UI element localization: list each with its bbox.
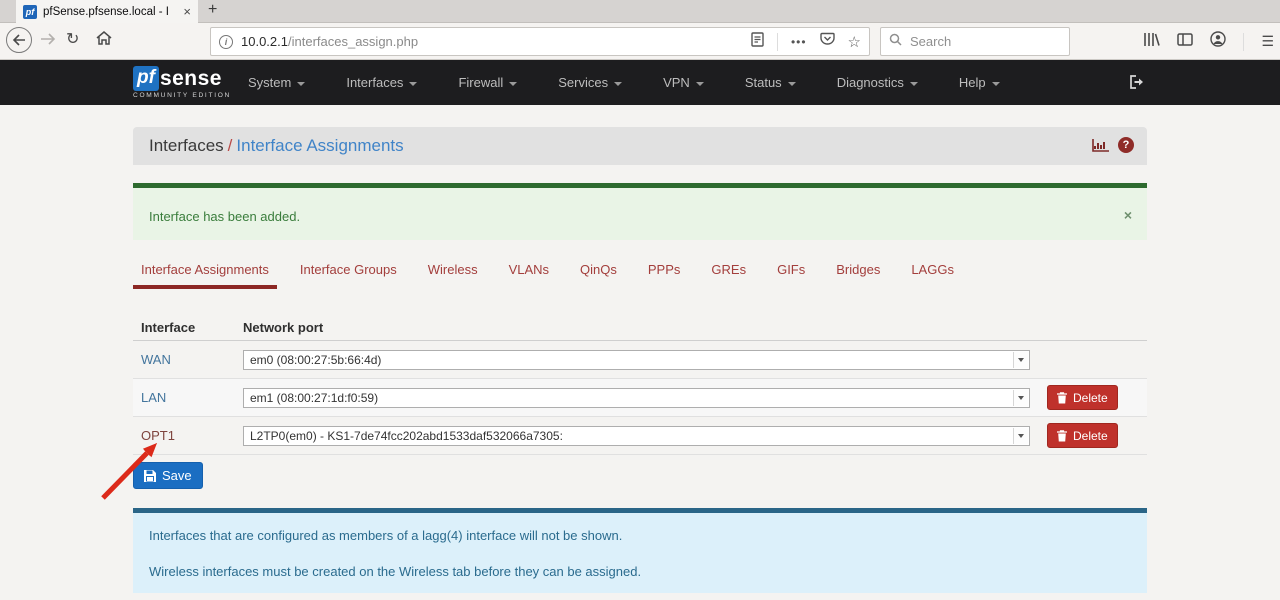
interface-assignments-table: Interface Network port WAN em0 (08:00:27… [133, 315, 1147, 455]
network-port-select[interactable]: em1 (08:00:27:1d:f0:59) [243, 388, 1030, 408]
urlbar-separator [777, 33, 778, 51]
bookmark-star-icon[interactable]: ☆ [848, 33, 861, 51]
alert-close-icon[interactable]: × [1124, 207, 1132, 223]
pfsense-favicon-icon: pf [23, 5, 37, 19]
save-button[interactable]: Save [133, 462, 203, 489]
select-dropdown-icon[interactable] [1013, 428, 1028, 444]
account-icon[interactable] [1210, 31, 1226, 52]
breadcrumb: Interfaces/Interface Assignments [149, 136, 404, 156]
chevron-down-icon [409, 82, 417, 86]
url-host: 10.0.2.1 [241, 34, 288, 49]
delete-button[interactable]: Delete [1047, 385, 1118, 410]
browser-tab-title: pfSense.pfsense.local - I [43, 6, 178, 18]
chevron-down-icon [509, 82, 517, 86]
tab-item[interactable]: GREs [703, 258, 754, 289]
chevron-down-icon [910, 82, 918, 86]
url-bar[interactable]: i 10.0.2.1/interfaces_assign.php ••• ☆ [210, 27, 870, 56]
success-alert: Interface has been added. × [133, 183, 1147, 240]
breadcrumb-separator: / [224, 136, 237, 155]
nav-menu-item[interactable]: VPN [663, 75, 704, 90]
header-network-port: Network port [243, 320, 1147, 335]
tab-item[interactable]: Interface Groups [292, 258, 405, 289]
tab-item[interactable]: VLANs [501, 258, 557, 289]
table-row: WAN em0 (08:00:27:5b:66:4d) [133, 341, 1147, 379]
table-row: OPT1 L2TP0(em0) - KS1-7de74fcc202abd1533… [133, 417, 1147, 455]
tab-close-icon[interactable]: × [183, 4, 191, 19]
interface-link[interactable]: OPT1 [141, 428, 175, 443]
menu-hamburger-icon[interactable]: ☰ [1261, 33, 1274, 50]
interface-link[interactable]: LAN [141, 390, 166, 405]
logo-edition-text: COMMUNITY EDITION [133, 92, 231, 99]
browser-tab[interactable]: pf pfSense.pfsense.local - I × [16, 0, 198, 23]
chevron-down-icon [788, 82, 796, 86]
delete-button[interactable]: Delete [1047, 423, 1118, 448]
sidebar-toggle-icon[interactable] [1177, 33, 1193, 51]
nav-menu-item[interactable]: Help [959, 75, 1000, 90]
nav-menu-item[interactable]: Firewall [458, 75, 517, 90]
logout-icon[interactable] [1129, 74, 1146, 95]
chevron-down-icon [992, 82, 1000, 86]
network-port-select[interactable]: em0 (08:00:27:5b:66:4d) [243, 350, 1030, 370]
site-info-icon[interactable]: i [219, 35, 233, 49]
browser-tab-bar: pf pfSense.pfsense.local - I × + [0, 0, 1280, 23]
search-input[interactable] [910, 34, 1040, 49]
pfsense-logo[interactable]: pf sense COMMUNITY EDITION [133, 66, 231, 99]
back-icon[interactable] [6, 27, 32, 53]
trash-icon [1057, 430, 1067, 442]
tab-item[interactable]: Interface Assignments [133, 258, 277, 289]
logo-pf-badge: pf [133, 66, 159, 91]
floppy-save-icon [144, 470, 156, 482]
table-row: LAN em1 (08:00:27:1d:f0:59) Delete [133, 379, 1147, 417]
note-text: Wireless interfaces must be created on t… [149, 564, 1131, 579]
note-text: Interfaces that are configured as member… [149, 528, 1131, 543]
new-tab-button[interactable]: + [208, 1, 217, 19]
search-bar[interactable] [880, 27, 1070, 56]
nav-menu-item[interactable]: Interfaces [346, 75, 417, 90]
header-interface: Interface [133, 320, 243, 335]
page-title-panel: Interfaces/Interface Assignments ? [133, 127, 1147, 165]
select-dropdown-icon[interactable] [1013, 352, 1028, 368]
home-icon[interactable] [96, 31, 112, 50]
section-tabs: Interface Assignments Interface Groups W… [133, 258, 1147, 289]
tab-item[interactable]: LAGGs [903, 258, 962, 289]
chevron-down-icon [696, 82, 704, 86]
chevron-down-icon [614, 82, 622, 86]
chevron-down-icon [297, 82, 305, 86]
breadcrumb-section: Interfaces [149, 136, 224, 155]
page-title: Interface Assignments [236, 136, 403, 155]
tab-item[interactable]: Wireless [420, 258, 486, 289]
nav-menu-item[interactable]: System [248, 75, 305, 90]
page-actions-icon[interactable]: ••• [791, 35, 807, 49]
interface-link[interactable]: WAN [141, 352, 171, 367]
reader-mode-icon[interactable] [751, 32, 764, 52]
help-icon[interactable]: ? [1118, 137, 1134, 153]
network-port-select[interactable]: L2TP0(em0) - KS1-7de74fcc202abd1533daf53… [243, 426, 1030, 446]
reload-icon[interactable]: ↻ [66, 29, 79, 49]
nav-menu-item[interactable]: Status [745, 75, 796, 90]
tab-item[interactable]: Bridges [828, 258, 888, 289]
url-path: /interfaces_assign.php [288, 34, 418, 49]
search-icon [889, 33, 902, 51]
pfsense-menu: System Interfaces Firewall Services VPN … [248, 60, 1000, 105]
tab-item[interactable]: QinQs [572, 258, 625, 289]
library-icon[interactable] [1143, 32, 1160, 52]
status-graph-icon[interactable] [1092, 138, 1110, 158]
tab-item[interactable]: GIFs [769, 258, 813, 289]
pocket-icon[interactable] [820, 32, 835, 51]
toolbar-separator [1243, 33, 1244, 51]
browser-toolbar: ↻ i 10.0.2.1/interfaces_assign.php ••• ☆ [0, 23, 1280, 60]
nav-menu-item[interactable]: Diagnostics [837, 75, 918, 90]
nav-menu-item[interactable]: Services [558, 75, 622, 90]
logo-sense-text: sense [160, 67, 222, 91]
forward-icon[interactable] [40, 32, 56, 50]
pfsense-navbar: pf sense COMMUNITY EDITION System Interf… [0, 60, 1280, 105]
tab-item[interactable]: PPPs [640, 258, 689, 289]
table-header-row: Interface Network port [133, 315, 1147, 341]
select-dropdown-icon[interactable] [1013, 390, 1028, 406]
url-text: 10.0.2.1/interfaces_assign.php [241, 34, 751, 49]
trash-icon [1057, 392, 1067, 404]
info-notes-panel: Interfaces that are configured as member… [133, 508, 1147, 593]
table-rows: WAN em0 (08:00:27:5b:66:4d) LAN em1 (08:… [133, 341, 1147, 455]
alert-message: Interface has been added. [149, 209, 300, 224]
